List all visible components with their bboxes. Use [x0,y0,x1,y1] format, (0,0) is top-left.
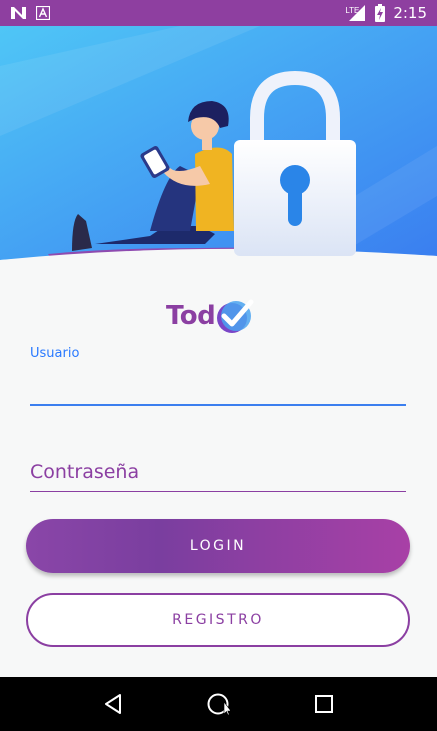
check-badge-icon [217,299,254,333]
signal-icon: LTE [345,4,367,22]
back-icon [104,694,121,714]
app-logo: Tod [166,296,255,336]
status-bar-right: LTE 2:15 [345,4,427,22]
status-bar: LTE 2:15 [0,0,437,26]
register-button[interactable]: REGISTRO [26,593,410,647]
hero-illustration [0,26,437,266]
system-navigation-bar [0,677,437,731]
battery-charging-icon [375,4,386,22]
notification-a-icon [36,6,50,20]
login-button-label: LOGIN [189,538,247,554]
login-button[interactable]: LOGIN [26,519,410,573]
back-button[interactable] [93,684,133,724]
username-input[interactable] [30,364,406,406]
password-input[interactable] [30,452,406,492]
register-button-label: REGISTRO [172,612,264,628]
username-label: Usuario [30,346,80,361]
status-bar-left [10,6,50,20]
logo-text: Tod [166,301,216,331]
status-time: 2:15 [393,4,427,22]
home-button[interactable] [198,684,238,724]
home-icon [207,693,231,716]
recents-button[interactable] [304,684,344,724]
recents-icon [315,695,334,713]
notification-n-icon [11,7,26,19]
